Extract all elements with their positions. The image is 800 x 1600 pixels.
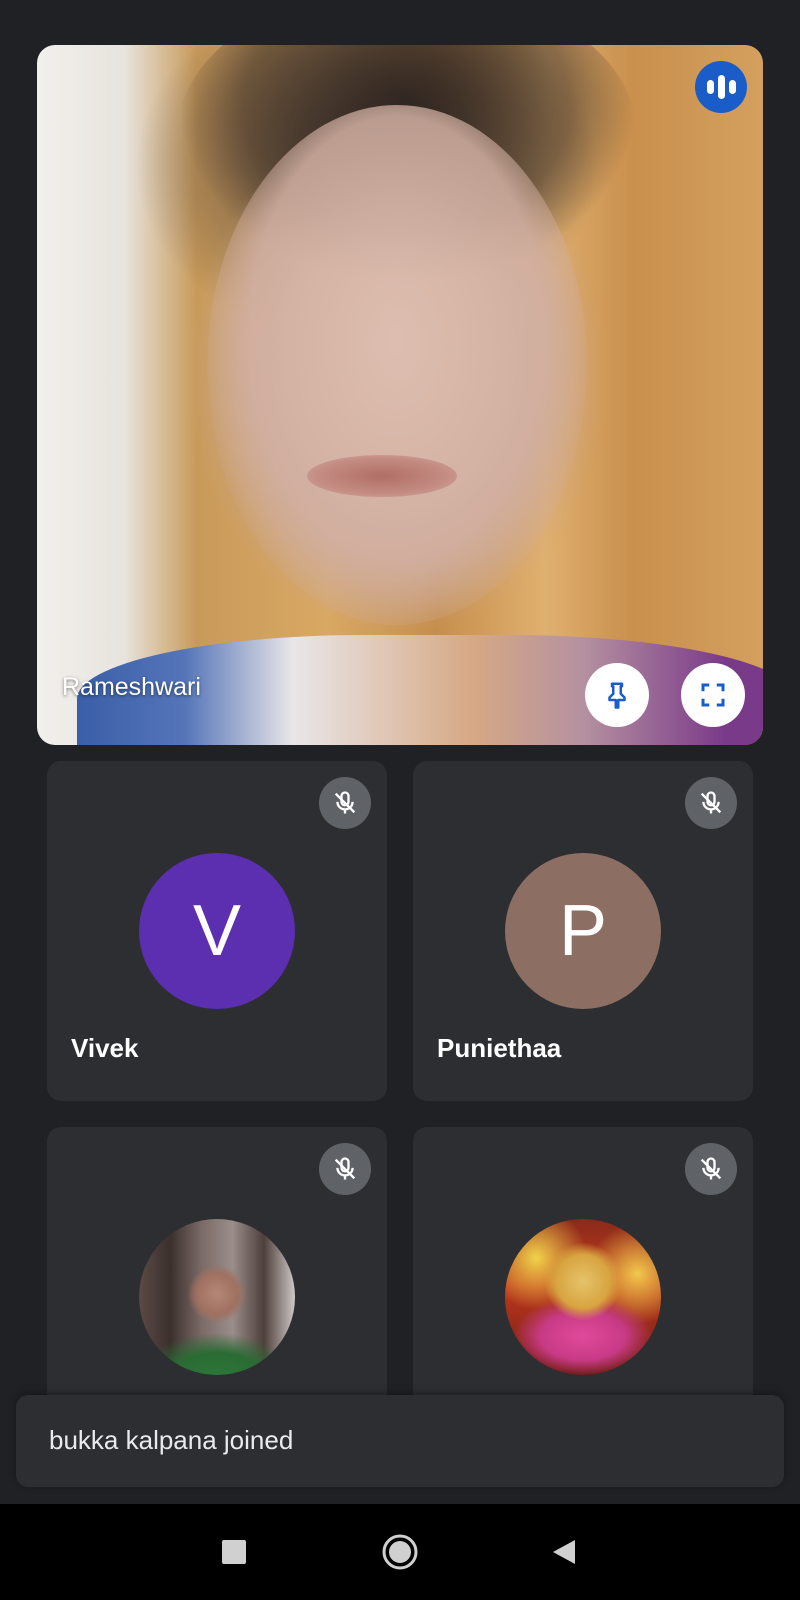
- pin-button[interactable]: [585, 663, 649, 727]
- mic-off-icon: [319, 777, 371, 829]
- participant-tile[interactable]: V Vivek: [47, 761, 387, 1101]
- avatar: V: [139, 853, 295, 1009]
- video-feed-face: [207, 105, 587, 625]
- join-notification-toast: bukka kalpana joined: [16, 1395, 784, 1487]
- avatar-photo: [139, 1219, 295, 1375]
- home-button[interactable]: [380, 1532, 420, 1572]
- fullscreen-button[interactable]: [681, 663, 745, 727]
- audio-level-icon: [695, 61, 747, 113]
- recents-icon: [222, 1540, 246, 1564]
- participant-tile[interactable]: P Puniethaa: [413, 761, 753, 1101]
- home-icon: [382, 1534, 418, 1570]
- mic-off-icon: [685, 1143, 737, 1195]
- back-button[interactable]: [544, 1532, 584, 1572]
- toast-message: bukka kalpana joined: [49, 1425, 294, 1455]
- back-icon: [553, 1540, 575, 1564]
- pin-icon: [608, 682, 626, 709]
- mic-off-icon: [685, 777, 737, 829]
- fullscreen-icon: [701, 683, 725, 707]
- video-feed-detail: [307, 455, 457, 497]
- participant-name: Vivek: [71, 1033, 139, 1063]
- main-participant-name: Rameshwari: [62, 673, 201, 701]
- avatar: P: [505, 853, 661, 1009]
- mic-off-icon: [319, 1143, 371, 1195]
- main-video-tile[interactable]: Rameshwari: [37, 45, 763, 745]
- participant-name: Puniethaa: [437, 1033, 562, 1063]
- recents-button[interactable]: [214, 1532, 254, 1572]
- avatar-photo: [505, 1219, 661, 1375]
- system-navigation-bar: [0, 1504, 800, 1600]
